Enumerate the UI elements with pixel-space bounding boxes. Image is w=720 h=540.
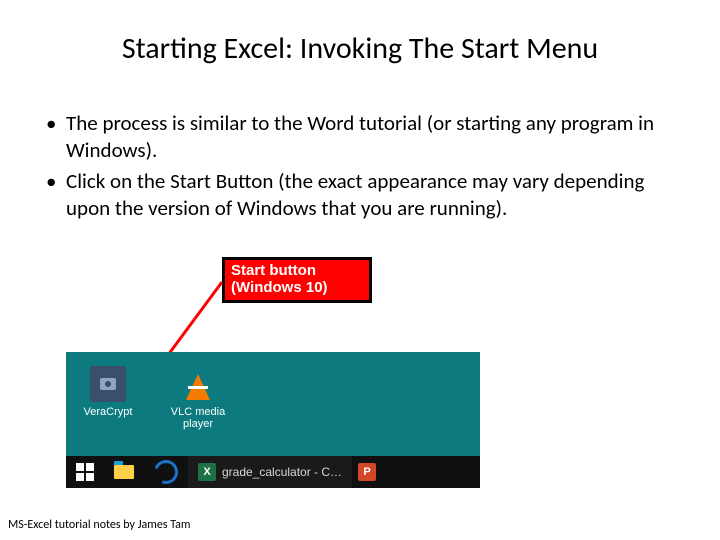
- desktop-icon-label: VLC mediaplayer: [166, 406, 230, 430]
- taskbar: X grade_calculator - C… P: [66, 456, 480, 488]
- taskbar-powerpoint-window[interactable]: P: [352, 456, 382, 488]
- taskbar-edge[interactable]: [144, 456, 188, 488]
- excel-icon: X: [198, 463, 216, 481]
- taskbar-item-label: grade_calculator - C…: [222, 465, 342, 479]
- folder-icon: [114, 465, 134, 479]
- taskbar-excel-window[interactable]: X grade_calculator - C…: [188, 456, 352, 488]
- start-button[interactable]: [66, 456, 104, 488]
- windows-logo-icon: [76, 463, 94, 481]
- callout-line2: (Windows 10): [231, 279, 328, 296]
- desktop-icon-label: VeraCrypt: [76, 406, 140, 418]
- desktop-area: VeraCrypt VLC mediaplayer: [66, 352, 480, 456]
- veracrypt-icon: [90, 366, 126, 402]
- desktop-icon-vlc[interactable]: VLC mediaplayer: [166, 366, 230, 430]
- callout-line1: Start button: [231, 262, 316, 279]
- screenshot-figure: Start button (Windows 10) VeraCrypt VLC …: [66, 252, 480, 488]
- bullet-list: The process is similar to the Word tutor…: [38, 110, 690, 226]
- powerpoint-icon: P: [358, 463, 376, 481]
- vlc-cone-icon: [180, 366, 216, 402]
- desktop-icon-veracrypt[interactable]: VeraCrypt: [76, 366, 140, 418]
- callout-box: Start button (Windows 10): [222, 257, 372, 303]
- slide-footer: MS-Excel tutorial notes by James Tam: [8, 518, 190, 532]
- edge-icon: [150, 456, 182, 488]
- bullet-item: The process is similar to the Word tutor…: [38, 110, 690, 164]
- bullet-item: Click on the Start Button (the exact app…: [38, 168, 690, 222]
- taskbar-file-explorer[interactable]: [104, 456, 144, 488]
- slide-title: Starting Excel: Invoking The Start Menu: [0, 30, 720, 67]
